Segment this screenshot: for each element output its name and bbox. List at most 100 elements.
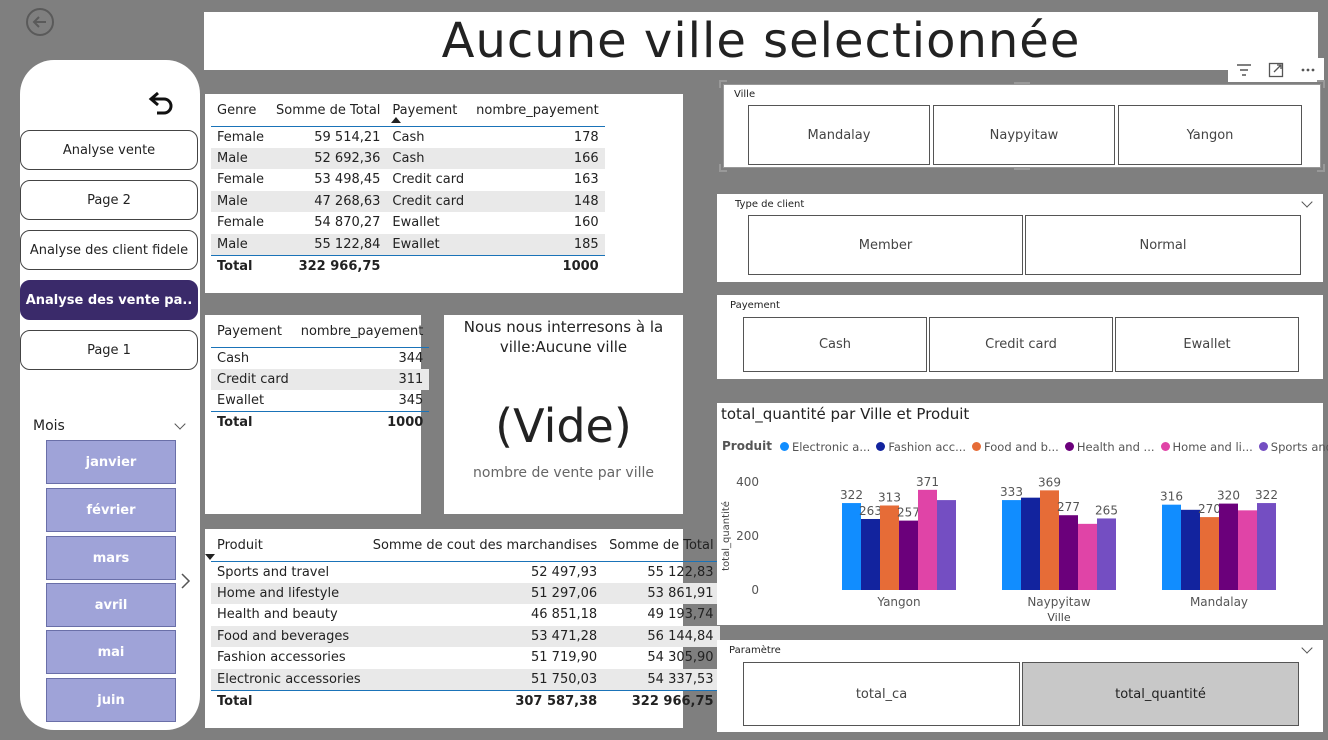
legend-label: Health and ... (1076, 439, 1155, 454)
col-header[interactable]: Produit (204, 531, 367, 562)
slicer-payement: Payement Cash Credit card Ewallet (717, 295, 1323, 379)
card-caption: nombre de vente par ville (473, 465, 654, 481)
data-label: 277 (1057, 500, 1080, 514)
resize-handle[interactable] (719, 80, 727, 88)
bar (1078, 523, 1097, 590)
table-cell: 185 (470, 233, 605, 255)
table-cell: 178 (573, 129, 599, 145)
col-header[interactable]: Somme de Total (603, 531, 720, 562)
table-row[interactable]: Male 47 268,63 Credit card 148 (211, 190, 605, 212)
table-row[interactable]: Female 59 514,21 Cash 178 (211, 126, 605, 148)
data-label: 320 (1217, 489, 1240, 503)
col-header[interactable]: nombre_payement (470, 96, 605, 127)
table-row[interactable]: Male 52 692,36 Cash 166 (211, 147, 605, 169)
resize-handle[interactable] (1317, 164, 1325, 172)
data-label: 270 (1198, 502, 1221, 516)
arrow-left-icon (32, 16, 46, 28)
col-header[interactable]: Payement (386, 96, 471, 127)
month-mars[interactable]: mars (46, 536, 176, 580)
legend-marker (876, 442, 886, 451)
table-row[interactable]: Credit card 311 (211, 368, 430, 390)
table-row[interactable]: Fashion accessories 51 719,90 54 305,90 (211, 647, 720, 669)
nav-page-2[interactable]: Page 2 (20, 180, 198, 220)
slicer-option-credit-card[interactable]: Credit card (929, 317, 1113, 372)
chevron-down-icon[interactable] (174, 418, 186, 430)
slicer-option-member[interactable]: Member (748, 215, 1023, 275)
legend-label: Home and li... (1172, 439, 1253, 454)
resize-handle[interactable] (1014, 82, 1030, 85)
col-header[interactable]: Somme de Total (270, 96, 387, 127)
slicer-option-yangon[interactable]: Yangon (1118, 105, 1302, 165)
month-juin[interactable]: juin (46, 678, 176, 722)
legend-item[interactable]: Fashion acc... (876, 440, 966, 454)
table-row[interactable]: Female 53 498,45 Credit card 163 (211, 169, 605, 191)
slicer-option-ewallet[interactable]: Ewallet (1115, 317, 1299, 372)
month-fevrier[interactable]: février (46, 488, 176, 532)
sort-desc-icon (204, 554, 215, 561)
nav-page-1[interactable]: Page 1 (20, 330, 198, 370)
nav-analyse-client-fidele[interactable]: Analyse des client fidele (20, 230, 198, 270)
table-cell: Credit card (386, 190, 471, 212)
table-payement-panel: Payement nombre_payement Cash 344 Credit c… (205, 315, 430, 514)
filter-icon[interactable] (1236, 63, 1252, 77)
data-label: 313 (878, 490, 901, 504)
chevron-down-icon[interactable] (1301, 642, 1313, 654)
table-cell: Cash (217, 350, 250, 366)
slicer-option-naypyitaw[interactable]: Naypyitaw (933, 105, 1115, 165)
table-row[interactable]: Health and beauty 46 851,18 49 193,74 (211, 604, 720, 626)
legend-item[interactable]: Food and b... (972, 440, 1059, 454)
table-row[interactable]: Ewallet 345 (211, 390, 429, 412)
more-options-icon[interactable] (1300, 67, 1316, 73)
focus-mode-icon[interactable] (1268, 62, 1284, 78)
legend-item[interactable]: Home and li... (1160, 439, 1253, 454)
nav-analyse-vente-par[interactable]: Analyse des vente pa.. (20, 280, 198, 320)
slicer-parametre: Paramètre total_ca total_quantité (717, 640, 1323, 732)
table-row[interactable]: Cash 344 (211, 347, 429, 369)
resize-handle[interactable] (719, 164, 727, 172)
col-header[interactable]: Somme de cout des marchandises (366, 531, 604, 562)
bar (899, 520, 918, 590)
legend-marker (1258, 442, 1268, 451)
table-total-row: Total 307 587,38 322 966,75 (211, 689, 720, 712)
col-header[interactable]: Genre (211, 96, 271, 127)
month-avril[interactable]: avril (46, 583, 176, 627)
chevron-right-icon[interactable] (180, 572, 192, 590)
page-title: Aucune ville selectionnée (441, 13, 1081, 69)
table-cell: Cash (386, 147, 471, 169)
table-row[interactable]: Female 54 870,27 Ewallet 160 (211, 212, 605, 234)
sort-asc-icon (391, 117, 402, 124)
slicer-ville: Ville Mandalay Naypyitaw Yangon (723, 84, 1321, 168)
table-row[interactable]: Food and beverages 53 471,28 56 144,84 (211, 625, 720, 647)
chevron-down-icon[interactable] (1301, 196, 1313, 208)
table-row[interactable]: Home and lifestyle 51 297,06 53 861,91 (211, 582, 720, 604)
back-button[interactable] (26, 8, 54, 36)
table-row[interactable]: Sports and travel 52 497,93 55 122,83 (211, 561, 720, 583)
legend-item[interactable]: Health and ... (1064, 439, 1155, 454)
slicer-option-normal[interactable]: Normal (1025, 215, 1301, 275)
table-row[interactable]: Male 55 122,84 Ewallet 185 (211, 233, 605, 255)
col-header[interactable]: nombre_payement (294, 317, 430, 348)
table-cell: Female (217, 172, 265, 188)
bar (1238, 510, 1257, 590)
col-header[interactable]: Payement (211, 317, 295, 348)
slicer-option-mandalay[interactable]: Mandalay (748, 105, 930, 165)
undo-icon[interactable] (148, 90, 178, 116)
table-cell: 49 193,74 (647, 607, 714, 623)
table-cell: 148 (470, 190, 605, 212)
data-label: 371 (916, 475, 939, 489)
table-cell: Credit card (392, 172, 465, 188)
month-janvier[interactable]: janvier (46, 440, 176, 484)
slicer-option-cash[interactable]: Cash (743, 317, 927, 372)
resize-handle[interactable] (1317, 80, 1325, 88)
table-cell: Cash (392, 129, 425, 145)
month-mai[interactable]: mai (46, 630, 176, 674)
table-row[interactable]: Electronic accessories 51 750,03 54 337,53 (211, 668, 720, 690)
slicer-option-total-quantite[interactable]: total_quantité (1022, 662, 1299, 726)
legend-item[interactable]: Electronic a... (779, 440, 870, 454)
slicer-option-total-ca[interactable]: total_ca (743, 662, 1020, 726)
table-cell: 344 (398, 350, 424, 366)
resize-handle[interactable] (1014, 167, 1030, 170)
table-cell: 163 (573, 172, 599, 188)
nav-analyse-vente[interactable]: Analyse vente (20, 130, 198, 170)
legend-item[interactable]: Sports and ... (1258, 440, 1328, 454)
